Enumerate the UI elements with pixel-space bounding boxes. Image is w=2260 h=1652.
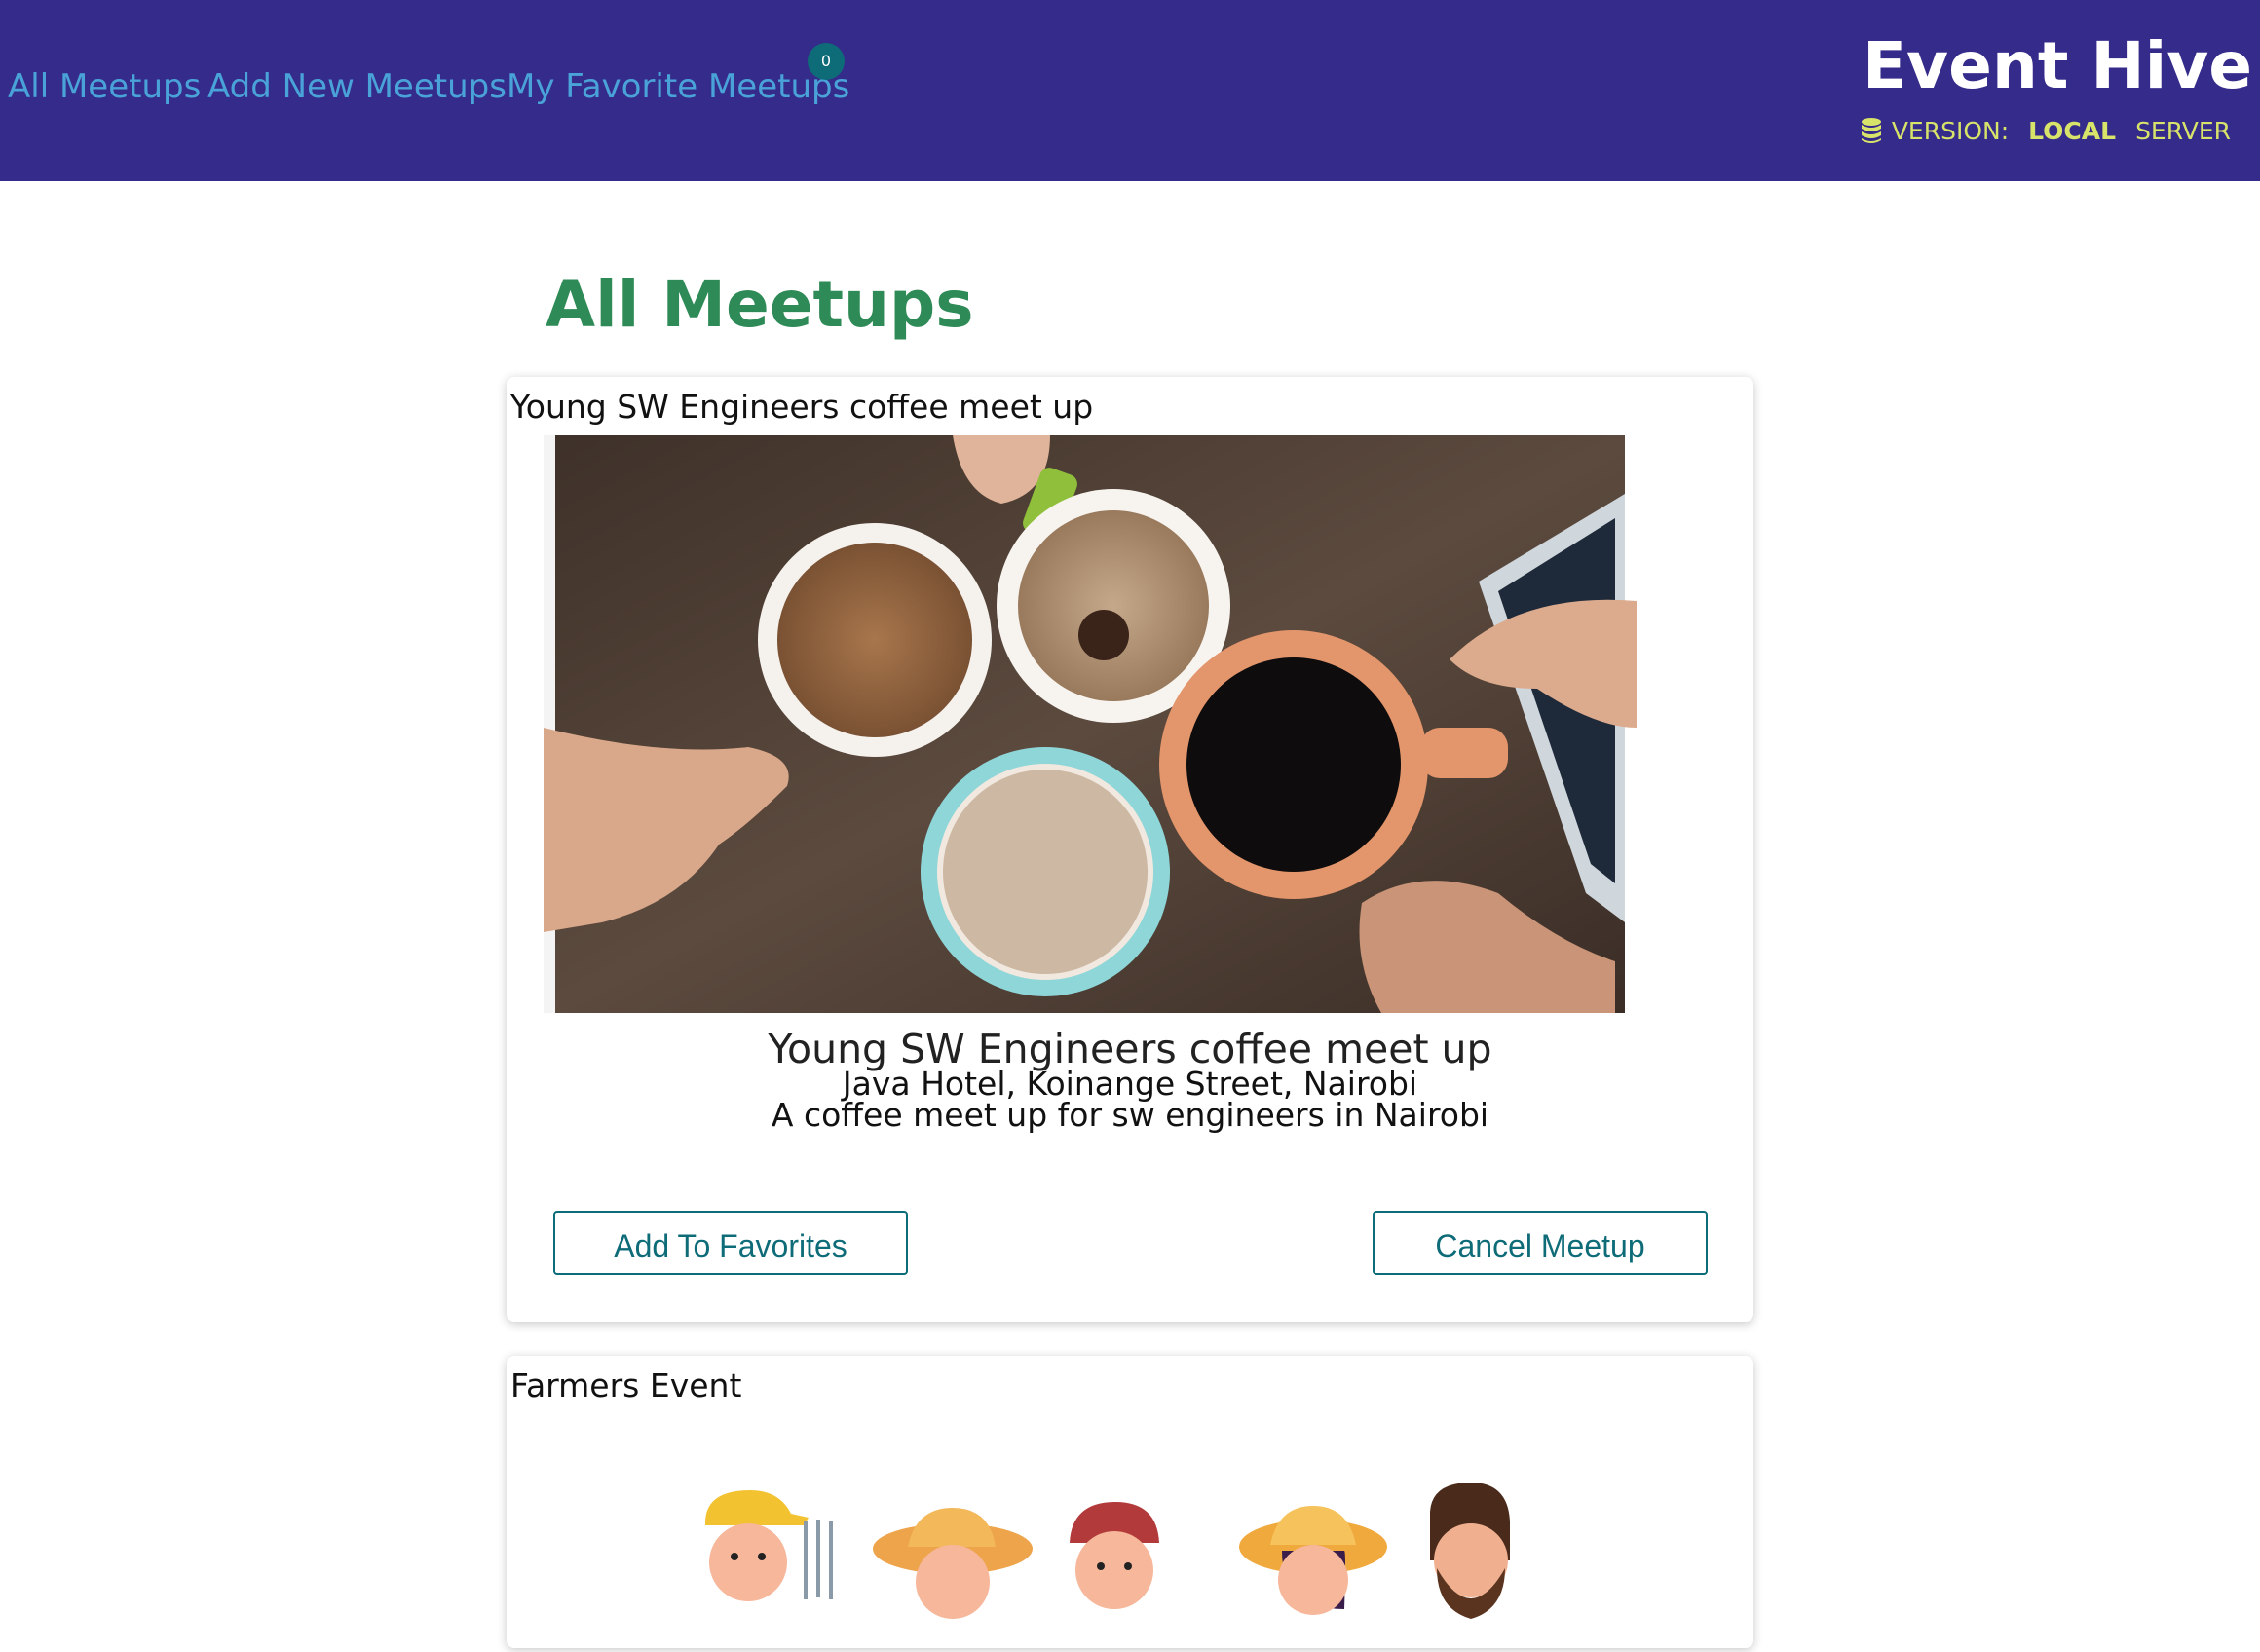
meetup-card: Young SW Engineers coffee meet up Young … bbox=[507, 377, 1753, 1322]
nav-my-favorite-meetups[interactable]: My Favorite Meetups bbox=[507, 62, 849, 111]
version-switcher: VERSION: LOCAL SERVER bbox=[1861, 111, 2231, 150]
cancel-meetup-button[interactable]: Cancel Meetup bbox=[1373, 1211, 1708, 1275]
meetup-card-header: Farmers Event bbox=[510, 1367, 742, 1405]
meetup-description: A coffee meet up for sw engineers in Nai… bbox=[771, 1096, 1489, 1134]
top-navbar: All Meetups Add New Meetups My Favorite … bbox=[0, 0, 2260, 181]
nav-all-meetups[interactable]: All Meetups bbox=[8, 62, 201, 111]
meetup-image bbox=[507, 1453, 1753, 1648]
version-local-option[interactable]: LOCAL bbox=[2028, 117, 2116, 145]
add-to-favorites-button[interactable]: Add To Favorites bbox=[553, 1211, 908, 1275]
nav-add-new-meetup[interactable]: Add New Meetups bbox=[207, 62, 507, 111]
version-label: VERSION: bbox=[1891, 116, 2010, 145]
page-title: All Meetups bbox=[546, 267, 974, 342]
version-server-option[interactable]: SERVER bbox=[2135, 117, 2231, 145]
meetup-image bbox=[544, 435, 1637, 1013]
meetup-card-header: Young SW Engineers coffee meet up bbox=[510, 388, 1094, 426]
favorites-count-badge: 0 bbox=[808, 43, 845, 80]
meetup-card: Farmers Event bbox=[507, 1356, 1753, 1648]
brand-title: Event Hive bbox=[1862, 28, 2252, 103]
database-icon bbox=[1861, 118, 1881, 143]
